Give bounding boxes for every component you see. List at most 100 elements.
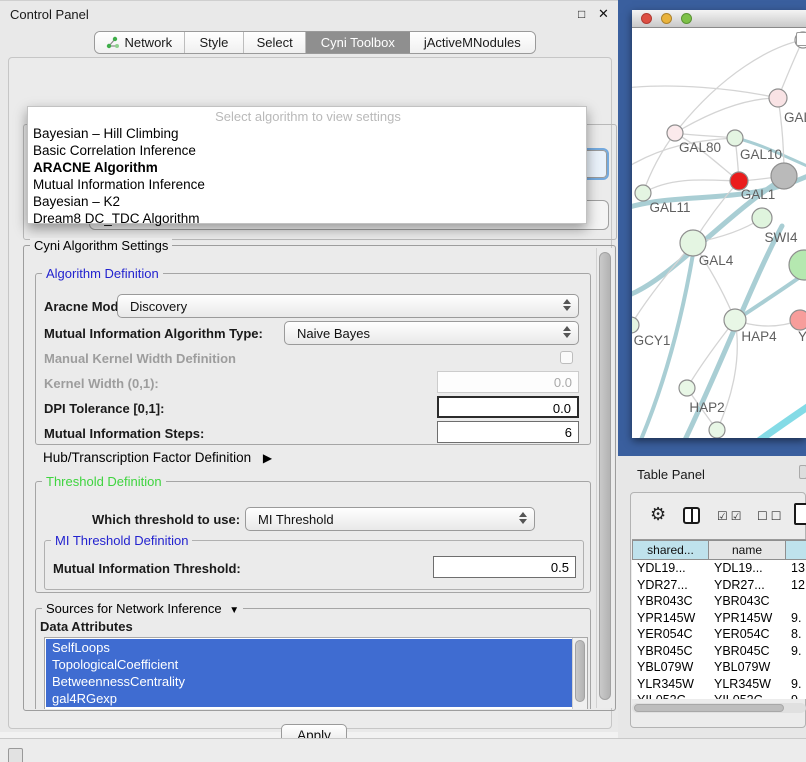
attribute-item[interactable]: BetweennessCentrality: [46, 673, 572, 690]
table-cell: YDR27...: [709, 577, 786, 594]
tab-network-label: Network: [124, 35, 172, 50]
table-row[interactable]: YLR345WYLR345W9.: [632, 676, 806, 693]
table-horizontal-scroll-thumb[interactable]: [634, 704, 784, 712]
dpi-tolerance-field[interactable]: 0.0: [437, 396, 579, 418]
network-node[interactable]: [789, 250, 806, 280]
close-window-icon[interactable]: ✕: [598, 6, 609, 22]
table-row[interactable]: YDL19...YDL19...13: [632, 560, 806, 577]
mi-algorithm-type-combo[interactable]: Naive Bayes: [284, 321, 579, 345]
network-edge[interactable]: [643, 133, 675, 193]
deselect-all-checkboxes-icon[interactable]: ☐☐: [757, 509, 785, 523]
data-attributes-list[interactable]: SelfLoops TopologicalCoefficient Between…: [44, 637, 588, 709]
network-node[interactable]: [635, 185, 651, 201]
cyni-toolbox-pane: gal-filtered.sif default node Select alg…: [8, 57, 612, 729]
select-all-checkboxes-icon[interactable]: ☑☑: [717, 509, 745, 523]
aracne-mode-combo[interactable]: Discovery: [117, 294, 579, 318]
tab-select[interactable]: Select: [244, 32, 306, 53]
network-node-label: SWI4: [764, 230, 797, 245]
hub-definition-expander[interactable]: Hub/Transcription Factor Definition ▶: [43, 450, 272, 465]
columns-icon[interactable]: [683, 507, 700, 524]
network-edge[interactable]: [675, 98, 778, 133]
column-header-name[interactable]: name: [709, 540, 786, 560]
column-header-partial[interactable]: [786, 540, 806, 560]
network-node[interactable]: [790, 310, 806, 330]
manual-kernel-checkbox[interactable]: [560, 351, 573, 364]
table-cell: YBL079W: [632, 659, 709, 676]
combo-arrows-icon: [563, 326, 571, 338]
attribute-list-scroll-thumb[interactable]: [575, 640, 585, 702]
table-row[interactable]: YER054CYER054C8.: [632, 626, 806, 643]
tab-network[interactable]: Network: [95, 32, 185, 53]
zoom-traffic-light[interactable]: [681, 13, 692, 24]
close-traffic-light[interactable]: [641, 13, 652, 24]
table-panel-header-icon[interactable]: [799, 465, 806, 479]
table-cell: YER054C: [709, 626, 786, 643]
network-node[interactable]: [771, 163, 797, 189]
cyni-algorithm-settings-group: Cyni Algorithm Settings Algorithm Defini…: [23, 245, 616, 711]
table-horizontal-scrollbar[interactable]: [632, 703, 806, 713]
table-cell: YPR145W: [632, 610, 709, 627]
algorithm-option[interactable]: Mutual Information Inference: [28, 176, 584, 193]
kernel-width-field[interactable]: 0.0: [437, 371, 579, 393]
algorithm-option-selected[interactable]: ARACNE Algorithm: [28, 159, 584, 176]
minimize-traffic-light[interactable]: [661, 13, 672, 24]
which-threshold-value: MI Threshold: [258, 512, 334, 527]
table-row[interactable]: YIL052CYIL052C9: [632, 692, 806, 699]
network-node[interactable]: [769, 89, 787, 107]
dpi-tolerance-label: DPI Tolerance [0,1]:: [44, 401, 164, 416]
algorithm-dropdown-placeholder: Select algorithm to view settings: [28, 109, 588, 124]
column-header-shared-name[interactable]: shared...: [632, 540, 709, 560]
attribute-item[interactable]: SelfLoops: [46, 639, 572, 656]
sources-group-title[interactable]: Sources for Network Inference ▼: [42, 601, 243, 616]
gear-icon[interactable]: ⚙: [650, 504, 666, 525]
tab-jactivemnodules[interactable]: jActiveMNodules: [410, 32, 535, 53]
network-edge[interactable]: [632, 86, 778, 98]
control-panel-tab-bar: Network Style Select Cyni Toolbox jActiv…: [94, 31, 536, 54]
network-node[interactable]: [752, 208, 772, 228]
status-band: [0, 738, 806, 762]
network-node[interactable]: [667, 125, 683, 141]
mi-steps-field[interactable]: 6: [437, 421, 579, 443]
algorithm-option[interactable]: Bayesian – K2: [28, 193, 584, 210]
table-row[interactable]: YBR043CYBR043C: [632, 593, 806, 610]
table-cell: 9: [786, 692, 806, 699]
tab-select-label: Select: [257, 35, 293, 50]
table-row[interactable]: YPR145WYPR145W9.: [632, 610, 806, 627]
attribute-list-scrollbar[interactable]: [572, 638, 588, 709]
table-row[interactable]: YBR045CYBR045C9.: [632, 643, 806, 660]
tab-cyni-toolbox[interactable]: Cyni Toolbox: [306, 32, 410, 53]
network-node[interactable]: [679, 380, 695, 396]
tab-style[interactable]: Style: [185, 32, 245, 53]
algorithm-option[interactable]: Dream8 DC_TDC Algorithm: [28, 210, 584, 227]
table-row[interactable]: YDR27...YDR27...12: [632, 577, 806, 594]
network-node[interactable]: [724, 309, 746, 331]
network-node-label: Y: [798, 329, 806, 344]
network-edge[interactable]: [760, 404, 806, 438]
node-table[interactable]: shared... name YDL19...YDL19...13YDR27..…: [632, 539, 806, 699]
network-node[interactable]: [727, 130, 743, 146]
algorithm-option[interactable]: Basic Correlation Inference: [28, 142, 584, 159]
network-node[interactable]: [632, 317, 639, 333]
settings-scroll-thumb[interactable]: [599, 252, 611, 700]
settings-scrollbar[interactable]: [596, 248, 614, 708]
combo-arrows-icon: [519, 512, 527, 524]
which-threshold-combo[interactable]: MI Threshold: [245, 507, 535, 531]
minimized-panel-icon[interactable]: [8, 748, 23, 762]
network-node[interactable]: [709, 422, 725, 438]
control-panel-titlebar[interactable]: Control Panel □ ✕: [0, 1, 618, 27]
network-window-titlebar[interactable]: [632, 10, 806, 28]
table-cell: 9.: [786, 676, 806, 693]
canvas-corner-control[interactable]: [796, 32, 806, 46]
algorithm-option[interactable]: Bayesian – Hill Climbing: [28, 125, 584, 142]
network-canvas[interactable]: GALGAL80GAL10GAL1GAL11SWI4GAL4HAP4YGCY1H…: [632, 28, 806, 438]
table-row[interactable]: YBL079WYBL079W: [632, 659, 806, 676]
float-window-icon[interactable]: □: [578, 7, 585, 21]
attribute-item[interactable]: gal4RGexp: [46, 690, 572, 707]
attribute-item[interactable]: TopologicalCoefficient: [46, 656, 572, 673]
table-cell: [786, 593, 806, 610]
network-edge[interactable]: [675, 133, 735, 138]
document-icon[interactable]: [794, 503, 806, 525]
tab-jactivemnodules-label: jActiveMNodules: [424, 35, 521, 50]
network-edge[interactable]: [643, 180, 739, 193]
mi-threshold-field[interactable]: 0.5: [433, 556, 576, 578]
